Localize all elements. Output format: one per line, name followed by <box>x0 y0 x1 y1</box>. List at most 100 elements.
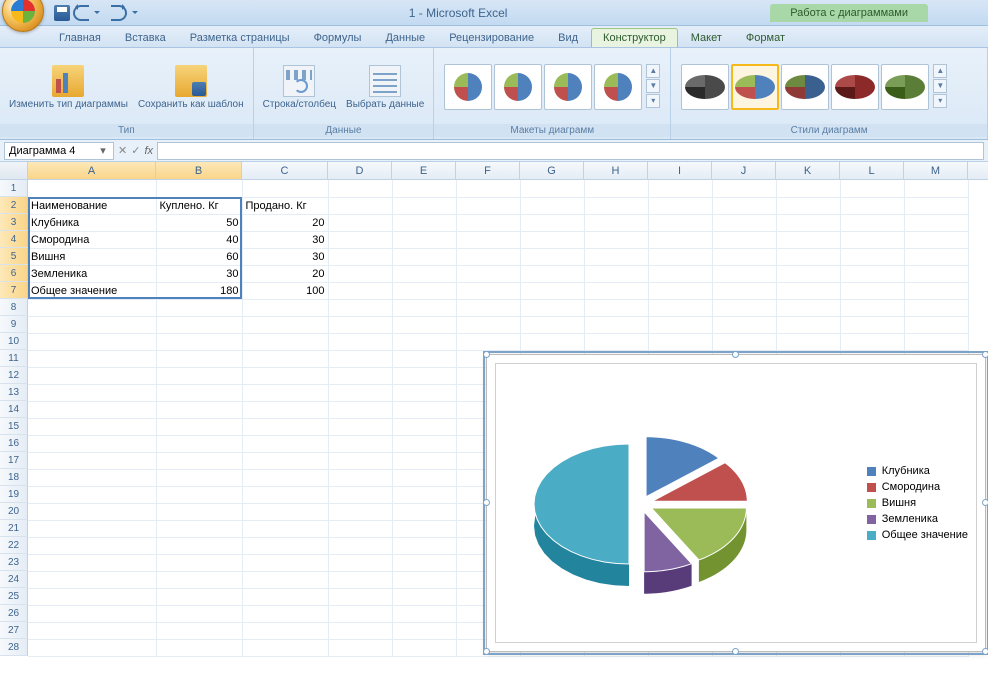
cell[interactable] <box>328 265 392 282</box>
cell[interactable] <box>392 469 456 486</box>
col-header-b[interactable]: B <box>156 162 242 179</box>
resize-handle-tl[interactable] <box>483 351 490 358</box>
cell[interactable] <box>328 435 392 452</box>
cell[interactable] <box>584 197 648 214</box>
chart-layout-4[interactable] <box>594 64 642 110</box>
cell[interactable] <box>648 299 712 316</box>
cell[interactable]: Смородина <box>28 231 156 248</box>
cell[interactable] <box>242 435 328 452</box>
cell[interactable] <box>456 248 520 265</box>
cell[interactable] <box>776 248 840 265</box>
cell[interactable] <box>28 588 156 605</box>
cell[interactable] <box>156 503 242 520</box>
cell[interactable] <box>156 401 242 418</box>
styles-up-icon[interactable]: ▲ <box>933 64 947 78</box>
cell[interactable] <box>392 605 456 622</box>
row-header-7[interactable]: 7 <box>0 282 28 299</box>
cell[interactable] <box>648 231 712 248</box>
cell[interactable]: Земленика <box>28 265 156 282</box>
resize-handle-b[interactable] <box>732 648 739 655</box>
row-header-13[interactable]: 13 <box>0 384 28 401</box>
col-header-l[interactable]: L <box>840 162 904 179</box>
cell[interactable] <box>242 350 328 367</box>
cell[interactable] <box>28 401 156 418</box>
cell[interactable] <box>520 214 584 231</box>
cell[interactable]: Общее значение <box>28 282 156 299</box>
row-header-1[interactable]: 1 <box>0 180 28 197</box>
cell[interactable] <box>520 180 584 197</box>
cell[interactable] <box>456 180 520 197</box>
cell[interactable] <box>520 316 584 333</box>
cell[interactable] <box>328 520 392 537</box>
cell[interactable] <box>584 214 648 231</box>
cell[interactable] <box>392 537 456 554</box>
cell[interactable] <box>712 333 776 350</box>
cell[interactable] <box>328 486 392 503</box>
cell[interactable] <box>328 639 392 656</box>
row-header-4[interactable]: 4 <box>0 231 28 248</box>
cell[interactable] <box>520 248 584 265</box>
row-header-22[interactable]: 22 <box>0 537 28 554</box>
tab-chart-format[interactable]: Формат <box>735 29 796 47</box>
cell[interactable] <box>456 316 520 333</box>
cell[interactable] <box>156 469 242 486</box>
cell[interactable] <box>392 316 456 333</box>
cell[interactable] <box>392 622 456 639</box>
chart-layout-2[interactable] <box>494 64 542 110</box>
cell[interactable] <box>904 333 968 350</box>
cell[interactable] <box>242 639 328 656</box>
cell[interactable] <box>156 622 242 639</box>
undo-icon[interactable] <box>73 5 89 21</box>
cell[interactable]: 40 <box>156 231 242 248</box>
cell[interactable] <box>242 622 328 639</box>
cell[interactable] <box>156 452 242 469</box>
tab-page-layout[interactable]: Разметка страницы <box>179 29 301 47</box>
cell[interactable] <box>392 333 456 350</box>
cell[interactable] <box>392 384 456 401</box>
cell[interactable] <box>840 248 904 265</box>
row-header-25[interactable]: 25 <box>0 588 28 605</box>
cell[interactable] <box>904 231 968 248</box>
col-header-a[interactable]: A <box>28 162 156 179</box>
cell[interactable] <box>328 333 392 350</box>
cell[interactable] <box>456 231 520 248</box>
cell[interactable] <box>328 180 392 197</box>
legend-item[interactable]: Клубника <box>867 465 968 477</box>
chart-plot-area[interactable]: КлубникаСмородинаВишняЗемленикаОбщее зна… <box>495 363 977 643</box>
cell[interactable] <box>392 180 456 197</box>
cell[interactable] <box>520 231 584 248</box>
cell[interactable] <box>520 282 584 299</box>
cell[interactable] <box>648 214 712 231</box>
cell[interactable] <box>242 384 328 401</box>
cell[interactable] <box>328 282 392 299</box>
cell[interactable] <box>328 622 392 639</box>
cell[interactable] <box>242 316 328 333</box>
cell[interactable] <box>584 316 648 333</box>
cell[interactable]: Вишня <box>28 248 156 265</box>
cell[interactable] <box>242 520 328 537</box>
row-header-18[interactable]: 18 <box>0 469 28 486</box>
cell[interactable] <box>904 197 968 214</box>
chart-style-1[interactable] <box>681 64 729 110</box>
cell[interactable] <box>840 197 904 214</box>
cell[interactable] <box>28 384 156 401</box>
chart-layout-3[interactable] <box>544 64 592 110</box>
cell[interactable] <box>840 265 904 282</box>
row-header-3[interactable]: 3 <box>0 214 28 231</box>
cell[interactable] <box>648 197 712 214</box>
tab-view[interactable]: Вид <box>547 29 589 47</box>
col-header-d[interactable]: D <box>328 162 392 179</box>
cell[interactable] <box>28 605 156 622</box>
row-header-17[interactable]: 17 <box>0 452 28 469</box>
cell[interactable] <box>328 316 392 333</box>
row-header-11[interactable]: 11 <box>0 350 28 367</box>
cell[interactable] <box>392 486 456 503</box>
cell[interactable] <box>840 180 904 197</box>
cell[interactable] <box>520 333 584 350</box>
cell[interactable] <box>584 282 648 299</box>
cell[interactable] <box>456 214 520 231</box>
cell[interactable] <box>840 316 904 333</box>
cell[interactable] <box>584 265 648 282</box>
row-header-6[interactable]: 6 <box>0 265 28 282</box>
tab-chart-design[interactable]: Конструктор <box>591 28 678 47</box>
